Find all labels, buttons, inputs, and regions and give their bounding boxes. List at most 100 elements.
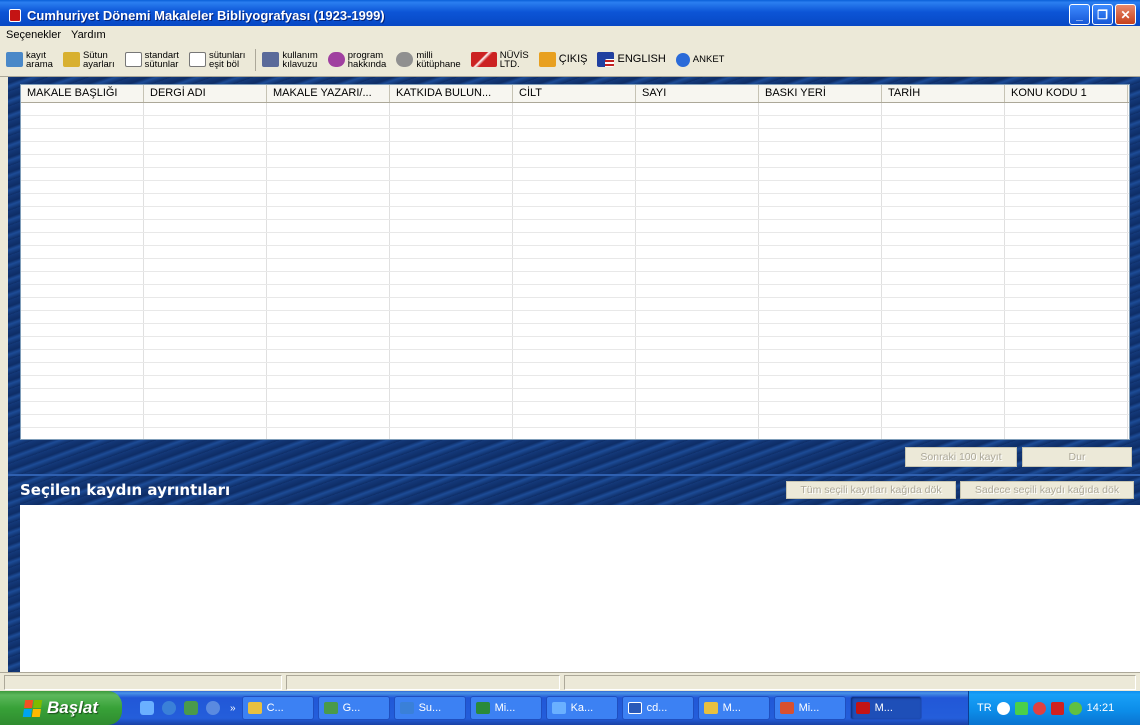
standard-columns-button[interactable]: standart sütunlar (124, 49, 179, 70)
print-all-selected-button[interactable]: Tüm seçili kayıtları kağıda dök (786, 481, 956, 499)
column-header-print-place[interactable]: BASKI YERİ (759, 85, 882, 102)
chevron-left-icon[interactable] (996, 701, 1010, 715)
survey-button[interactable]: ANKET (675, 52, 725, 67)
network-tray-icon[interactable] (1014, 701, 1028, 715)
task-list: C... G... Su... Mi... Ka... cd... M... M… (241, 696, 922, 720)
column-header-contributor[interactable]: KATKIDA BULUN... (390, 85, 513, 102)
task-button[interactable]: Su... (393, 696, 466, 720)
status-pane-1 (4, 675, 282, 690)
desktop-icon[interactable] (140, 701, 154, 715)
word-icon (627, 702, 642, 714)
minimize-button[interactable]: _ (1069, 4, 1090, 25)
menu-bar: Seçenekler Yardım (0, 26, 1140, 43)
results-table[interactable]: MAKALE BAŞLIĞI DERGİ ADI MAKALE YAZARI/.… (20, 84, 1130, 440)
quick-launch (140, 701, 220, 715)
excel-icon (475, 702, 490, 714)
close-button[interactable]: ✕ (1115, 4, 1136, 25)
column-header-subject-code[interactable]: KONU KODU 1 (1005, 85, 1128, 102)
about-label: program hakkında (347, 49, 387, 70)
chevron-right-icon[interactable]: » (230, 703, 236, 714)
section-divider (8, 474, 1140, 476)
antivirus-tray-icon[interactable] (1050, 701, 1064, 715)
next-100-button[interactable]: Sonraki 100 kayıt (905, 447, 1017, 467)
clock: 14:21 (1086, 702, 1115, 714)
task-label: Mi... (494, 702, 516, 714)
search-records-button[interactable]: kayıt arama (6, 49, 53, 70)
equal-columns-label: sütunları eşit böl (208, 49, 246, 70)
task-button[interactable]: Mi... (773, 696, 846, 720)
search-records-label: kayıt arama (26, 49, 53, 70)
update-tray-icon[interactable] (1068, 701, 1082, 715)
column-settings-label: Sütun ayarları (82, 49, 115, 70)
details-title: Seçilen kaydın ayrıntıları (20, 481, 231, 499)
manual-icon (262, 52, 280, 67)
standard-columns-label: standart sütunlar (144, 49, 179, 70)
equal-columns-icon (188, 52, 206, 67)
task-button[interactable]: C... (241, 696, 314, 720)
taskbar: Başlat » C... G... Su... Mi... Ka... cd.… (0, 691, 1140, 725)
window-title: Cumhuriyet Dönemi Makaleler Bibliyografy… (27, 7, 385, 23)
task-label: C... (266, 702, 284, 714)
stop-button[interactable]: Dur (1022, 447, 1132, 467)
english-label: ENGLISH (617, 53, 666, 65)
menu-options[interactable]: Seçenekler (6, 29, 61, 41)
task-button[interactable]: cd... (621, 696, 694, 720)
column-header-author[interactable]: MAKALE YAZARI/... (267, 85, 390, 102)
app-icon (9, 8, 21, 22)
exit-icon (538, 52, 556, 67)
task-label: Ka... (570, 702, 594, 714)
column-header-issue[interactable]: SAYI (636, 85, 759, 102)
table-body[interactable] (21, 103, 1129, 439)
task-button[interactable]: Ka... (545, 696, 618, 720)
english-button[interactable]: ENGLISH (597, 52, 666, 67)
menu-help[interactable]: Yardım (71, 29, 106, 41)
manual-button[interactable]: kullanım kılavuzu (262, 49, 318, 70)
library-icon (396, 52, 414, 67)
media-icon[interactable] (184, 701, 198, 715)
left-edge (0, 77, 8, 672)
status-bar (0, 672, 1140, 691)
column-settings-button[interactable]: Sütun ayarları (62, 49, 115, 70)
toolbar-separator (255, 48, 257, 71)
task-button[interactable]: G... (317, 696, 390, 720)
ie-icon (399, 702, 414, 714)
ie-icon[interactable] (162, 701, 176, 715)
equal-columns-button[interactable]: sütunları eşit böl (188, 49, 246, 70)
task-label: cd... (646, 702, 668, 714)
task-label: Mi... (798, 702, 820, 714)
nuvis-button[interactable]: NÜVİS LTD. (470, 49, 529, 70)
window-controls: _ ❐ ✕ (1069, 4, 1136, 25)
task-label: G... (342, 702, 361, 714)
status-pane-3 (564, 675, 1136, 690)
status-pane-2 (286, 675, 560, 690)
task-button-active[interactable]: M... (849, 696, 922, 720)
task-label: M... (722, 702, 741, 714)
about-button[interactable]: program hakkında (327, 49, 387, 70)
powerpoint-icon (779, 702, 794, 714)
library-label: milli kütüphane (416, 49, 461, 70)
column-header-journal[interactable]: DERGİ ADI (144, 85, 267, 102)
library-button[interactable]: milli kütüphane (396, 49, 461, 70)
survey-label: ANKET (692, 54, 725, 65)
manual-label: kullanım kılavuzu (282, 49, 318, 70)
details-panel[interactable] (20, 505, 1140, 672)
security-tray-icon[interactable] (1032, 701, 1046, 715)
system-tray: TR 14:21 (968, 691, 1140, 725)
exit-label: ÇIKIŞ (558, 53, 588, 65)
column-header-article-title[interactable]: MAKALE BAŞLIĞI (21, 85, 144, 102)
exit-button[interactable]: ÇIKIŞ (538, 52, 588, 67)
about-icon (327, 52, 345, 67)
windows-logo-icon (22, 699, 43, 717)
column-header-volume[interactable]: CİLT (513, 85, 636, 102)
language-indicator[interactable]: TR (977, 702, 992, 714)
task-button[interactable]: M... (697, 696, 770, 720)
search-icon[interactable] (206, 701, 220, 715)
restore-button[interactable]: ❐ (1092, 4, 1113, 25)
network-icon (551, 702, 566, 714)
start-button[interactable]: Başlat (0, 691, 122, 725)
print-selected-button[interactable]: Sadece seçili kaydı kağıda dök (960, 481, 1134, 499)
nuvis-label: NÜVİS LTD. (499, 49, 529, 70)
task-button[interactable]: Mi... (469, 696, 542, 720)
column-header-date[interactable]: TARİH (882, 85, 1005, 102)
nuvis-logo-icon (470, 52, 497, 67)
